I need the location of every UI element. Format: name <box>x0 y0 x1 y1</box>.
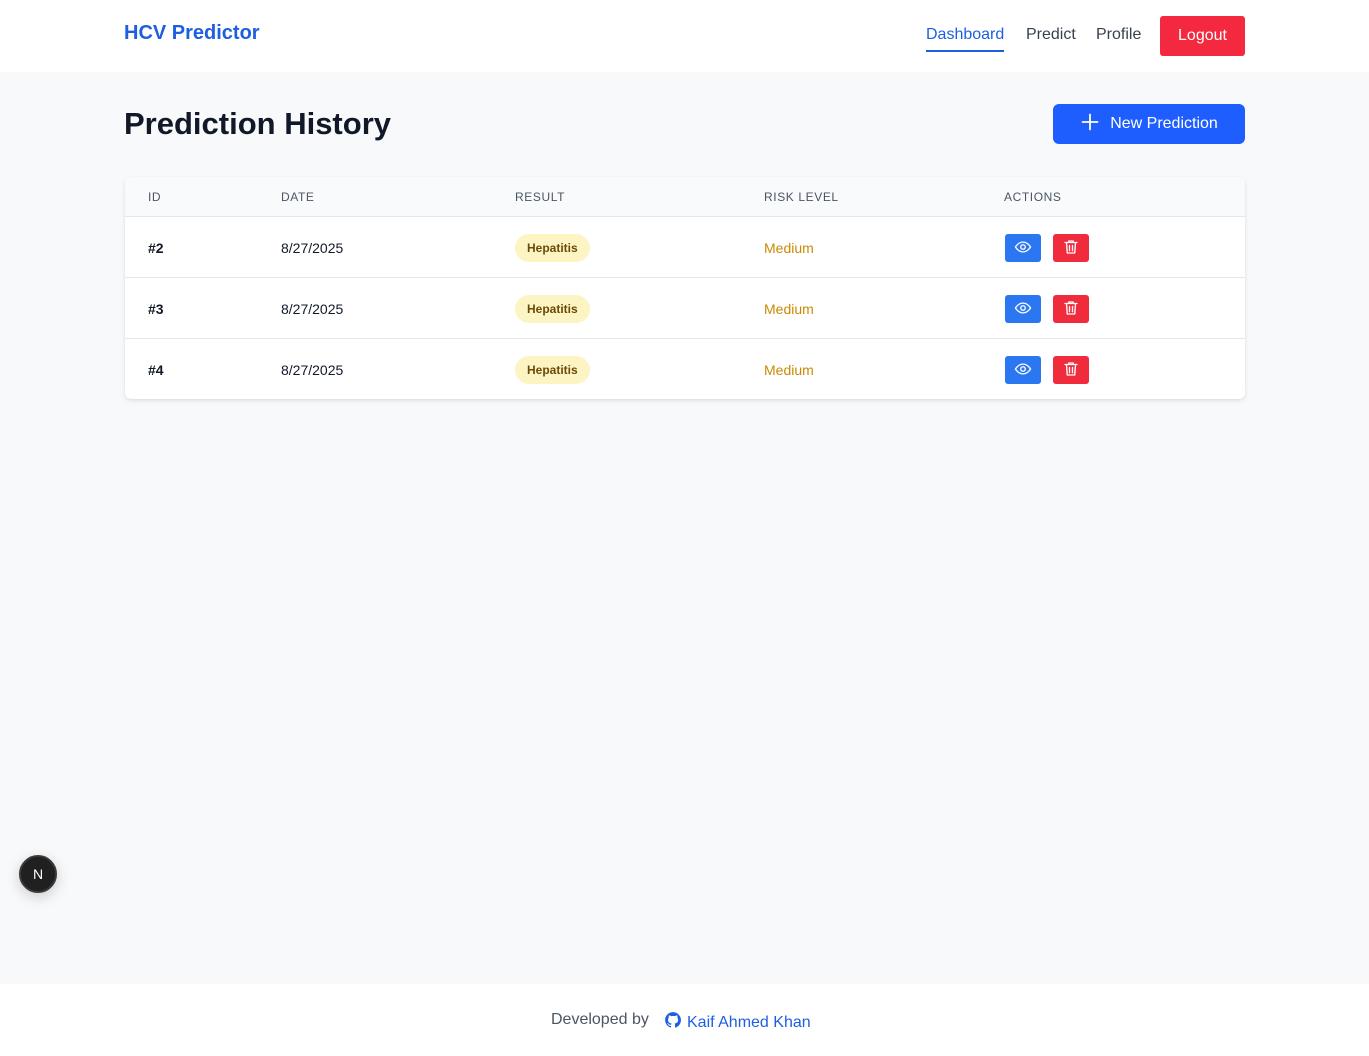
result-badge: Hepatitis <box>515 234 590 262</box>
author-link[interactable]: Kaif Ahmed Khan <box>664 1011 811 1034</box>
column-header-id: ID <box>148 190 162 204</box>
column-header-date: DATE <box>281 190 315 204</box>
view-button[interactable] <box>1005 356 1041 384</box>
result-badge: Hepatitis <box>515 295 590 323</box>
view-button[interactable] <box>1005 295 1041 323</box>
page-title: Prediction History <box>124 106 391 141</box>
row-date: 8/27/2025 <box>281 240 344 256</box>
next-dev-indicator[interactable]: N <box>19 855 57 893</box>
delete-button[interactable] <box>1053 295 1089 323</box>
column-header-risk-level: RISK LEVEL <box>764 190 839 204</box>
footer: Developed by Kaif Ahmed Khan <box>0 984 1369 1056</box>
row-id: #3 <box>148 301 164 317</box>
column-header-result: RESULT <box>515 190 566 204</box>
risk-level: Medium <box>764 240 814 256</box>
nav-link-predict[interactable]: Predict <box>1026 25 1076 45</box>
eye-icon <box>1014 299 1032 320</box>
row-id: #4 <box>148 362 164 378</box>
view-button[interactable] <box>1005 234 1041 262</box>
column-header-actions: ACTIONS <box>1004 190 1062 204</box>
author-name: Kaif Ahmed Khan <box>687 1013 811 1031</box>
nav-link-dashboard[interactable]: Dashboard <box>926 25 1005 52</box>
risk-level: Medium <box>764 362 814 378</box>
trash-icon <box>1062 238 1080 259</box>
row-date: 8/27/2025 <box>281 362 344 378</box>
table-row: #2 8/27/2025 Hepatitis Medium <box>125 217 1245 278</box>
new-prediction-label: New Prediction <box>1110 115 1218 132</box>
plus-icon <box>1080 112 1100 137</box>
delete-button[interactable] <box>1053 356 1089 384</box>
risk-level: Medium <box>764 301 814 317</box>
trash-icon <box>1062 299 1080 320</box>
navbar: HCV Predictor Dashboard Predict Profile … <box>0 0 1369 72</box>
logout-button[interactable]: Logout <box>1160 16 1245 56</box>
prediction-table: ID DATE RESULT RISK LEVEL ACTIONS #2 8/2… <box>125 177 1245 399</box>
result-badge: Hepatitis <box>515 356 590 384</box>
footer-text: Developed by <box>551 1011 649 1028</box>
brand-logo[interactable]: HCV Predictor <box>124 22 260 45</box>
eye-icon <box>1014 360 1032 381</box>
trash-icon <box>1062 360 1080 381</box>
nav-link-profile[interactable]: Profile <box>1096 25 1141 45</box>
table-header: ID DATE RESULT RISK LEVEL ACTIONS <box>125 177 1245 217</box>
github-icon <box>664 1011 682 1034</box>
delete-button[interactable] <box>1053 234 1089 262</box>
row-id: #2 <box>148 240 164 256</box>
table-row: #4 8/27/2025 Hepatitis Medium <box>125 339 1245 399</box>
table-row: #3 8/27/2025 Hepatitis Medium <box>125 278 1245 339</box>
eye-icon <box>1014 238 1032 259</box>
new-prediction-button[interactable]: New Prediction <box>1053 104 1245 144</box>
row-date: 8/27/2025 <box>281 301 344 317</box>
